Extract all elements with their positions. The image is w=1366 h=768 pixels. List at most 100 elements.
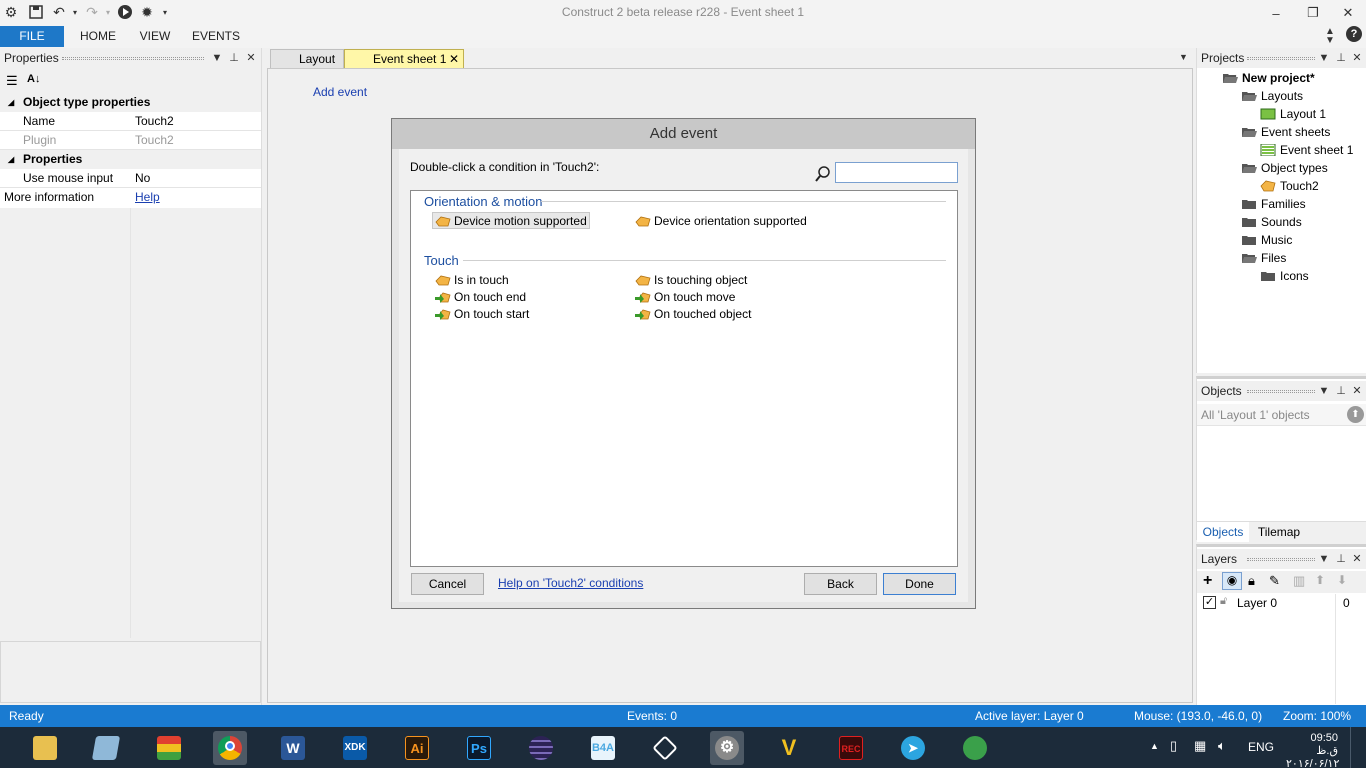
condition-on-touch-move[interactable]: On touch move — [633, 289, 735, 306]
notifications-button[interactable] — [1350, 727, 1366, 768]
construct2-icon[interactable]: ⚙ — [710, 731, 744, 765]
panel-close-icon[interactable]: ✕ — [1350, 549, 1364, 569]
property-group-object-type[interactable]: ◢ Object type properties — [0, 93, 261, 112]
network-app-icon[interactable] — [958, 731, 992, 765]
condition-on-touch-end[interactable]: On touch end — [433, 289, 526, 306]
panel-dropdown-icon[interactable]: ▼ — [1317, 549, 1331, 569]
tree-families[interactable]: Families — [1242, 195, 1306, 213]
eclipse-icon[interactable] — [524, 731, 558, 765]
condition-device-motion-supported[interactable]: Device motion supported — [432, 212, 590, 229]
language-indicator[interactable]: ENG — [1248, 740, 1274, 754]
clock[interactable]: 09:50 ق.ظ ۲۰۱۶/۰۶/۱۲ — [1286, 732, 1339, 768]
layer-lock-icon[interactable]: 🔓︎ — [1220, 595, 1227, 608]
pin-icon[interactable]: ⊥ — [1334, 549, 1348, 569]
help-conditions-link[interactable]: Help on 'Touch2' conditions — [498, 576, 643, 590]
maximize-button[interactable]: ❐ — [1295, 0, 1331, 26]
cancel-button[interactable]: Cancel — [411, 573, 484, 595]
tab-event-sheet-1[interactable]: Event sheet 1 ✕ — [344, 49, 464, 68]
notepad-icon[interactable] — [89, 731, 123, 765]
volume-icon[interactable]: 🔈︎ — [1218, 738, 1226, 754]
show-hidden-icons[interactable]: ▲ — [1150, 741, 1159, 751]
property-row-name[interactable]: Name Touch2 — [0, 112, 261, 131]
move-up-icon[interactable]: ⬆ — [1315, 573, 1325, 587]
property-group-properties[interactable]: ◢ Properties — [0, 150, 261, 169]
lock-icon[interactable]: 🔒︎ — [1248, 573, 1255, 589]
alphabetical-sort-icon[interactable]: A↓ — [27, 73, 40, 85]
help-icon[interactable]: ? — [1346, 26, 1362, 42]
tab-events[interactable]: EVENTS — [186, 26, 246, 47]
panel-grip[interactable] — [62, 57, 204, 60]
panel-close-icon[interactable]: ✕ — [1350, 381, 1364, 401]
close-button[interactable]: ✕ — [1330, 0, 1366, 26]
tree-sounds[interactable]: Sounds — [1242, 213, 1302, 231]
condition-is-in-touch[interactable]: Is in touch — [433, 272, 509, 289]
add-layer-icon[interactable]: + — [1203, 572, 1212, 590]
tab-close-icon[interactable]: ✕ — [449, 50, 459, 68]
help-link[interactable]: Help — [135, 188, 160, 207]
back-button[interactable]: Back — [804, 573, 877, 595]
edit-pencil-icon[interactable]: ✎ — [1269, 573, 1280, 589]
tree-music[interactable]: Music — [1242, 231, 1292, 249]
layer-visible-checkbox[interactable]: ✓ — [1203, 596, 1216, 609]
categorized-sort-icon[interactable]: ☰ — [6, 73, 18, 89]
tree-object-types[interactable]: ◢ Object types — [1242, 159, 1328, 177]
tab-file[interactable]: FILE — [0, 26, 64, 47]
illustrator-icon[interactable]: Ai — [400, 731, 434, 765]
panel-dropdown-icon[interactable]: ▼ — [1317, 381, 1331, 401]
panel-close-icon[interactable]: ✕ — [1350, 48, 1364, 68]
photoshop-icon[interactable]: Ps — [462, 731, 496, 765]
tab-objects[interactable]: Objects — [1197, 522, 1249, 542]
condition-on-touched-object[interactable]: On touched object — [633, 306, 751, 323]
condition-is-touching-object[interactable]: Is touching object — [633, 272, 747, 289]
tree-files[interactable]: ◢ Files — [1242, 249, 1286, 267]
pin-icon[interactable]: ⊥ — [227, 48, 241, 68]
tab-tilemap[interactable]: Tilemap — [1251, 522, 1307, 542]
tree-icons[interactable]: ▷ Icons — [1261, 267, 1309, 285]
network-icon[interactable]: ▦ — [1194, 738, 1206, 754]
tree-event-sheets[interactable]: ◢ Event sheets — [1242, 123, 1330, 141]
minimize-button[interactable]: – — [1258, 0, 1294, 26]
file-explorer-icon[interactable] — [28, 731, 62, 765]
layer-row[interactable]: ✓ 🔓︎ Layer 0 0 — [1197, 594, 1366, 704]
battery-icon[interactable]: ▯ — [1170, 738, 1177, 754]
condition-search-input[interactable] — [835, 162, 958, 183]
tree-layouts[interactable]: ◢ Layouts — [1242, 87, 1303, 105]
tab-view[interactable]: VIEW — [132, 26, 178, 47]
screen-recorder-icon[interactable]: REC — [834, 731, 868, 765]
pin-icon[interactable]: ⊥ — [1334, 48, 1348, 68]
word-icon[interactable]: W — [276, 731, 310, 765]
tree-root[interactable]: ◢ New project* — [1223, 69, 1315, 87]
panel-grip[interactable] — [1247, 57, 1315, 60]
add-event-link[interactable]: Add event — [313, 85, 367, 99]
intel-xdk-icon[interactable]: XDK — [338, 731, 372, 765]
tree-touch2[interactable]: Touch2 — [1260, 177, 1319, 195]
b4a-icon[interactable]: B4A — [586, 731, 620, 765]
tree-event-sheet-1[interactable]: Event sheet 1 — [1260, 141, 1353, 159]
delete-icon[interactable]: ▥ — [1293, 573, 1305, 589]
tab-list-dropdown-icon[interactable]: ▼ — [1179, 52, 1188, 62]
collapse-arrow-icon[interactable]: ◢ — [8, 150, 14, 169]
visibility-eye-icon[interactable]: ◉ — [1222, 572, 1242, 590]
property-row-use-mouse-input[interactable]: Use mouse input No — [0, 169, 261, 188]
tree-layout-1[interactable]: Layout 1 — [1260, 105, 1326, 123]
move-down-icon[interactable]: ⬇ — [1337, 573, 1347, 587]
panel-close-icon[interactable]: ✕ — [244, 48, 258, 68]
tab-layout-1[interactable]: Layout 1 — [270, 49, 344, 84]
collapse-arrow-icon[interactable]: ◢ — [8, 93, 14, 112]
panel-grip[interactable] — [1247, 558, 1315, 561]
ribbon-collapse-icon[interactable]: ▲ ▼ — [1325, 27, 1335, 46]
telegram-icon[interactable]: ➤ — [896, 731, 930, 765]
up-level-icon[interactable]: ⬆ — [1347, 406, 1364, 423]
done-button[interactable]: Done — [883, 573, 956, 595]
chrome-icon[interactable] — [213, 731, 247, 765]
bluestacks-icon[interactable] — [152, 731, 186, 765]
panel-dropdown-icon[interactable]: ▼ — [1317, 48, 1331, 68]
pin-icon[interactable]: ⊥ — [1334, 381, 1348, 401]
vectorize-icon[interactable]: V — [772, 731, 806, 765]
panel-dropdown-icon[interactable]: ▼ — [210, 48, 224, 68]
panel-grip[interactable] — [1247, 390, 1315, 393]
condition-on-touch-start[interactable]: On touch start — [433, 306, 529, 323]
tab-home[interactable]: HOME — [72, 26, 124, 47]
unity-icon[interactable] — [648, 731, 682, 765]
condition-device-orientation-supported[interactable]: Device orientation supported — [633, 213, 807, 230]
